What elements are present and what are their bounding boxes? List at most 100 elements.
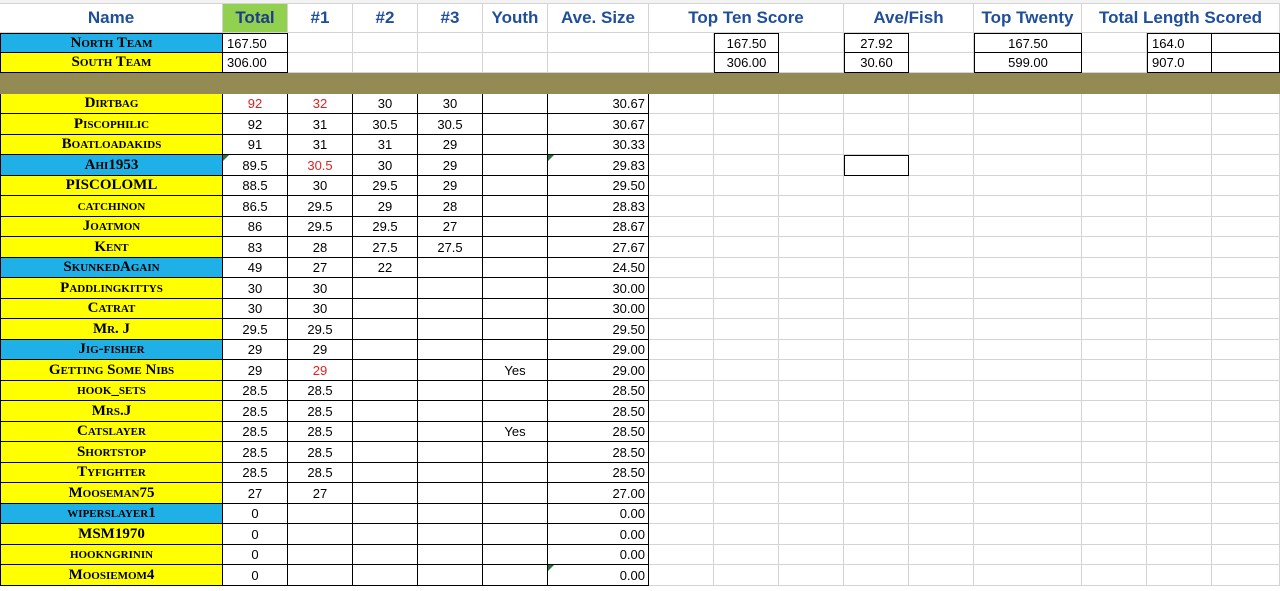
angler-youth[interactable] <box>483 114 548 135</box>
angler-fish-1[interactable]: 29.5 <box>288 196 353 217</box>
angler-total[interactable]: 27 <box>223 483 288 504</box>
angler-name[interactable]: Piscophilic <box>0 114 223 135</box>
grid-cell[interactable] <box>1082 33 1147 53</box>
grid-cell[interactable] <box>1082 135 1147 155</box>
angler-fish-3[interactable] <box>418 319 483 340</box>
angler-ave-size[interactable]: 28.83 <box>548 196 649 217</box>
angler-total[interactable]: 0 <box>223 565 288 586</box>
angler-fish-3[interactable] <box>418 504 483 524</box>
grid-cell[interactable] <box>1082 422 1147 442</box>
grid-cell[interactable] <box>909 463 974 483</box>
grid-cell[interactable] <box>1212 217 1280 237</box>
grid-cell[interactable] <box>1147 545 1212 565</box>
angler-ave-size[interactable]: 29.50 <box>548 176 649 196</box>
angler-total[interactable]: 49 <box>223 258 288 278</box>
angler-fish-3[interactable]: 29 <box>418 155 483 176</box>
angler-fish-1[interactable] <box>288 565 353 586</box>
grid-cell[interactable] <box>779 545 844 565</box>
grid-cell[interactable] <box>974 340 1082 360</box>
angler-fish-3[interactable]: 27.5 <box>418 237 483 258</box>
angler-ave-size[interactable]: 24.50 <box>548 258 649 278</box>
angler-fish-2[interactable]: 31 <box>353 135 418 155</box>
grid-cell[interactable] <box>779 299 844 319</box>
grid-cell[interactable] <box>779 94 844 114</box>
grid-cell[interactable] <box>779 381 844 401</box>
angler-youth[interactable]: Yes <box>483 422 548 442</box>
grid-cell[interactable] <box>974 135 1082 155</box>
grid-cell[interactable] <box>714 545 779 565</box>
angler-fish-2[interactable] <box>353 319 418 340</box>
angler-fish-1[interactable]: 30 <box>288 278 353 299</box>
grid-cell[interactable] <box>974 401 1082 422</box>
angler-total[interactable]: 28.5 <box>223 463 288 483</box>
angler-fish-2[interactable]: 30 <box>353 155 418 176</box>
angler-name[interactable]: Tyfighter <box>0 463 223 483</box>
grid-cell[interactable] <box>1147 319 1212 340</box>
grid-cell[interactable] <box>844 504 909 524</box>
grid-cell[interactable] <box>1082 483 1147 504</box>
grid-cell[interactable] <box>1147 114 1212 135</box>
angler-total[interactable]: 0 <box>223 545 288 565</box>
angler-name[interactable]: hook_sets <box>0 381 223 401</box>
grid-cell[interactable] <box>714 135 779 155</box>
grid-cell[interactable] <box>909 94 974 114</box>
grid-cell[interactable] <box>779 258 844 278</box>
header-ave-fish[interactable]: Ave/Fish <box>844 4 974 33</box>
grid-cell[interactable] <box>1212 422 1280 442</box>
grid-cell[interactable] <box>1147 176 1212 196</box>
grid-cell[interactable] <box>909 196 974 217</box>
grid-cell[interactable] <box>844 176 909 196</box>
angler-youth[interactable] <box>483 463 548 483</box>
angler-fish-2[interactable] <box>353 442 418 463</box>
grid-cell[interactable] <box>909 114 974 135</box>
angler-fish-1[interactable]: 27 <box>288 483 353 504</box>
grid-cell[interactable] <box>649 196 714 217</box>
angler-fish-1[interactable]: 28.5 <box>288 422 353 442</box>
grid-cell[interactable] <box>548 33 649 53</box>
grid-cell[interactable] <box>844 278 909 299</box>
grid-cell[interactable] <box>909 360 974 381</box>
angler-ave-size[interactable]: 29.00 <box>548 360 649 381</box>
angler-name[interactable]: Jig-fisher <box>0 340 223 360</box>
grid-cell[interactable] <box>288 33 353 53</box>
angler-total[interactable]: 88.5 <box>223 176 288 196</box>
angler-total[interactable]: 86 <box>223 217 288 237</box>
grid-cell[interactable] <box>974 442 1082 463</box>
grid-cell[interactable] <box>909 381 974 401</box>
grid-cell[interactable] <box>909 340 974 360</box>
grid-cell[interactable] <box>1082 176 1147 196</box>
grid-cell[interactable] <box>909 53 974 73</box>
grid-cell[interactable] <box>909 33 974 53</box>
angler-ave-size[interactable]: 28.50 <box>548 463 649 483</box>
grid-cell[interactable] <box>1212 360 1280 381</box>
angler-ave-size[interactable]: 0.00 <box>548 504 649 524</box>
grid-cell[interactable] <box>649 94 714 114</box>
angler-fish-1[interactable]: 28.5 <box>288 442 353 463</box>
grid-cell[interactable] <box>974 360 1082 381</box>
grid-cell[interactable] <box>649 299 714 319</box>
grid-cell[interactable] <box>974 217 1082 237</box>
grid-cell[interactable] <box>649 319 714 340</box>
angler-fish-3[interactable]: 27 <box>418 217 483 237</box>
angler-ave-size[interactable]: 30.00 <box>548 278 649 299</box>
angler-ave-size[interactable]: 30.67 <box>548 94 649 114</box>
angler-fish-3[interactable] <box>418 545 483 565</box>
grid-cell[interactable] <box>649 278 714 299</box>
angler-youth[interactable] <box>483 258 548 278</box>
grid-cell[interactable] <box>1147 360 1212 381</box>
grid-cell[interactable] <box>1147 504 1212 524</box>
grid-cell[interactable] <box>548 53 649 73</box>
grid-cell[interactable] <box>844 94 909 114</box>
angler-fish-3[interactable] <box>418 422 483 442</box>
angler-fish-3[interactable] <box>418 360 483 381</box>
grid-cell[interactable] <box>649 114 714 135</box>
team-total-length[interactable]: 164.0 <box>1147 33 1212 53</box>
grid-cell[interactable] <box>1082 319 1147 340</box>
angler-total[interactable]: 91 <box>223 135 288 155</box>
grid-cell[interactable] <box>649 258 714 278</box>
angler-total[interactable]: 30 <box>223 278 288 299</box>
angler-fish-2[interactable] <box>353 360 418 381</box>
team-total[interactable]: 167.50 <box>223 33 288 53</box>
grid-cell[interactable] <box>779 319 844 340</box>
angler-ave-size[interactable]: 30.33 <box>548 135 649 155</box>
